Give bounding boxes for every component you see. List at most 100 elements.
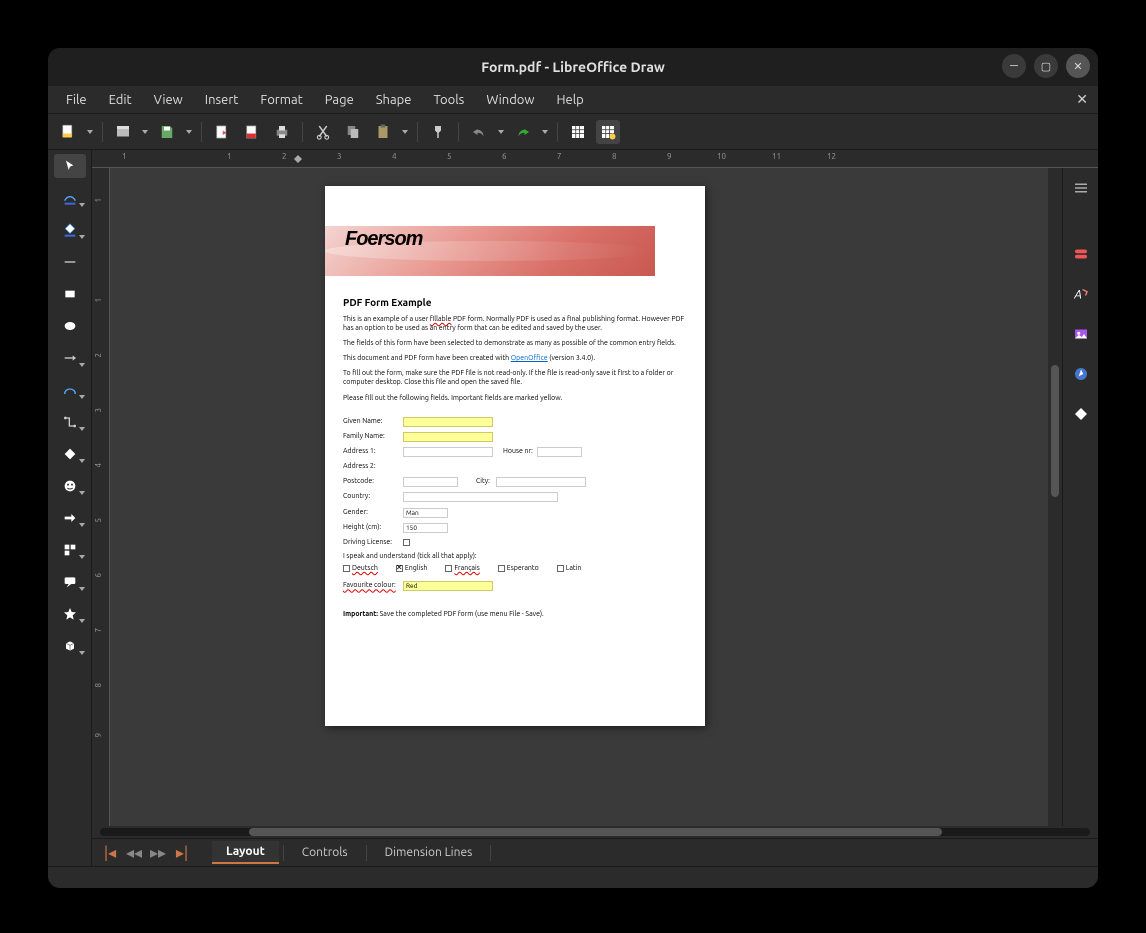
input-addr1[interactable] (403, 447, 493, 457)
hscroll-thumb[interactable] (249, 828, 942, 836)
grid-button[interactable] (566, 120, 590, 144)
symbol-shapes-tool[interactable] (54, 474, 86, 498)
first-page-button[interactable]: |◂ (100, 843, 120, 863)
new-dropdown[interactable] (86, 120, 94, 144)
checkbox-deutsch[interactable] (343, 565, 350, 572)
arrow-tool[interactable] (54, 346, 86, 370)
menu-edit[interactable]: Edit (99, 91, 142, 109)
line-tool[interactable] (54, 250, 86, 274)
new-button[interactable] (56, 120, 80, 144)
input-family[interactable] (403, 432, 493, 442)
close-doc-button[interactable]: ✕ (1076, 91, 1088, 108)
rect-tool[interactable] (54, 282, 86, 306)
doc-heading: PDF Form Example (343, 296, 687, 309)
label-height: Height (cm): (343, 523, 403, 532)
menu-file[interactable]: File (56, 91, 97, 109)
undo-dropdown[interactable] (497, 120, 505, 144)
left-toolbox (48, 150, 92, 866)
navigator-icon[interactable] (1069, 362, 1093, 386)
checkbox-esperanto[interactable] (498, 565, 505, 572)
save-button[interactable] (155, 120, 179, 144)
input-addr2[interactable] (403, 462, 558, 472)
select-tool[interactable] (54, 154, 86, 178)
properties-icon[interactable] (1069, 242, 1093, 266)
menu-view[interactable]: View (144, 91, 193, 109)
menu-format[interactable]: Format (250, 91, 312, 109)
paste-dropdown[interactable] (401, 120, 409, 144)
menu-help[interactable]: Help (546, 91, 593, 109)
block-arrows-tool[interactable] (54, 506, 86, 530)
input-height[interactable]: 150 (403, 523, 448, 533)
input-house[interactable] (537, 447, 582, 457)
tab-layout[interactable]: Layout (212, 841, 279, 864)
gallery-icon[interactable] (1069, 322, 1093, 346)
shapes-icon[interactable] (1069, 402, 1093, 426)
redo-dropdown[interactable] (541, 120, 549, 144)
label-driving: Driving License: (343, 538, 403, 547)
input-given[interactable] (403, 417, 493, 427)
label-country: Country: (343, 492, 403, 501)
vertical-ruler[interactable]: 1 1 2 3 4 5 6 7 8 9 (92, 168, 110, 826)
basic-shapes-tool[interactable] (54, 442, 86, 466)
print-button[interactable] (270, 120, 294, 144)
ruler-indicator-icon (292, 153, 304, 165)
menu-window[interactable]: Window (476, 91, 544, 109)
maximize-button[interactable]: ▢ (1034, 54, 1058, 78)
last-page-button[interactable]: ▸| (172, 843, 192, 863)
label-addr1: Address 1: (343, 447, 403, 456)
sidebar-menu-icon[interactable] (1069, 176, 1093, 200)
menu-insert[interactable]: Insert (195, 91, 249, 109)
canvas[interactable]: Foersom PDF Form Example This is an exam… (110, 168, 1048, 826)
input-postcode[interactable] (403, 477, 458, 487)
label-addr2: Address 2: (343, 462, 403, 471)
checkbox-latin[interactable] (557, 565, 564, 572)
close-button[interactable]: ✕ (1066, 54, 1090, 78)
menu-page[interactable]: Page (315, 91, 364, 109)
minimize-button[interactable]: ─ (1002, 54, 1026, 78)
input-gender[interactable]: Man (403, 508, 448, 518)
input-country[interactable] (403, 492, 558, 502)
callout-tool[interactable] (54, 570, 86, 594)
horizontal-scrollbar[interactable] (92, 826, 1098, 838)
paste-button[interactable] (371, 120, 395, 144)
tab-dimension[interactable]: Dimension Lines (371, 842, 487, 863)
3d-tool[interactable] (54, 634, 86, 658)
fill-color-tool[interactable] (54, 218, 86, 242)
label-fav: Favourite colour: (343, 581, 403, 590)
styles-icon[interactable]: A (1069, 282, 1093, 306)
export-pdf-button[interactable] (240, 120, 264, 144)
checkbox-francais[interactable] (445, 565, 452, 572)
input-fav[interactable]: Red (403, 581, 493, 591)
horizontal-ruler[interactable]: 1 1 2 3 4 5 6 7 8 9 10 11 12 (92, 150, 1098, 168)
export-button[interactable] (210, 120, 234, 144)
bottom-bar: |◂ ◂◂ ▸▸ ▸| Layout Controls Dimension Li… (92, 838, 1098, 866)
cut-button[interactable] (311, 120, 335, 144)
page[interactable]: Foersom PDF Form Example This is an exam… (325, 186, 705, 726)
checkbox-english[interactable] (396, 565, 403, 572)
star-tool[interactable] (54, 602, 86, 626)
snap-grid-button[interactable] (596, 120, 620, 144)
connector-tool[interactable] (54, 410, 86, 434)
line-color-tool[interactable] (54, 186, 86, 210)
input-city[interactable] (496, 477, 586, 487)
open-button[interactable] (111, 120, 135, 144)
menu-shape[interactable]: Shape (366, 91, 422, 109)
clone-format-button[interactable] (426, 120, 450, 144)
flowchart-tool[interactable] (54, 538, 86, 562)
next-page-button[interactable]: ▸▸ (148, 843, 168, 863)
curve-tool[interactable] (54, 378, 86, 402)
menu-tools[interactable]: Tools (423, 91, 474, 109)
doc-p2: The fields of this form have been select… (343, 339, 687, 348)
vertical-scrollbar[interactable] (1048, 168, 1062, 826)
redo-button[interactable] (511, 120, 535, 144)
copy-button[interactable] (341, 120, 365, 144)
tab-controls[interactable]: Controls (288, 842, 362, 863)
checkbox-driving[interactable] (403, 539, 410, 546)
ellipse-tool[interactable] (54, 314, 86, 338)
label-city: City: (476, 477, 490, 486)
scrollbar-thumb[interactable] (1051, 365, 1059, 497)
save-dropdown[interactable] (185, 120, 193, 144)
prev-page-button[interactable]: ◂◂ (124, 843, 144, 863)
undo-button[interactable] (467, 120, 491, 144)
open-dropdown[interactable] (141, 120, 149, 144)
